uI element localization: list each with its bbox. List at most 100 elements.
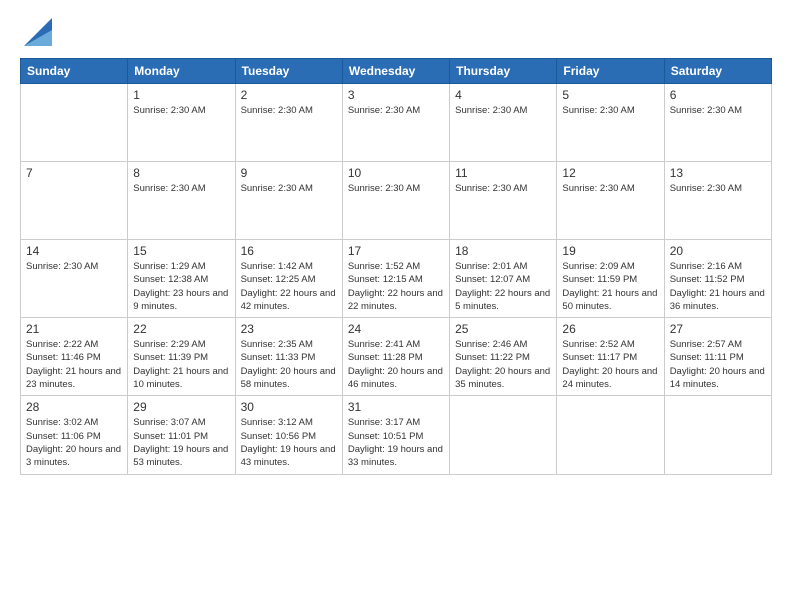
day-number: 8 [133,166,229,180]
calendar-cell [450,396,557,474]
logo-icon [24,18,52,46]
col-header-saturday: Saturday [664,59,771,84]
calendar-cell: 10 Sunrise: 2:30 AM [342,162,449,240]
day-info: Sunrise: 2:30 AM [133,104,229,117]
calendar-cell: 15Sunrise: 1:29 AMSunset: 12:38 AMDaylig… [128,240,235,318]
day-info: Sunrise: 2:30 AM [133,182,229,195]
col-header-tuesday: Tuesday [235,59,342,84]
day-info: Sunrise: 2:30 AM [670,182,766,195]
day-info: Sunrise: 2:57 AMSunset: 11:11 PMDaylight… [670,338,766,391]
day-number: 21 [26,322,122,336]
day-info: Sunrise: 1:52 AMSunset: 12:15 AMDaylight… [348,260,444,313]
calendar-table: SundayMondayTuesdayWednesdayThursdayFrid… [20,58,772,475]
header [20,18,772,46]
day-number: 15 [133,244,229,258]
day-number: 1 [133,88,229,102]
calendar-cell: 25Sunrise: 2:46 AMSunset: 11:22 PMDaylig… [450,318,557,396]
day-info: Sunrise: 2:30 AM [455,104,551,117]
calendar-cell: 19 Sunrise: 2:09 AMSunset: 11:59 PMDaylig… [557,240,664,318]
calendar-cell: 8 Sunrise: 2:30 AM [128,162,235,240]
calendar-cell: 28 Sunrise: 3:02 AMSunset: 11:06 PMDaylig… [21,396,128,474]
day-info: Sunrise: 2:29 AMSunset: 11:39 PMDaylight… [133,338,229,391]
day-info: Sunrise: 2:52 AMSunset: 11:17 PMDaylight… [562,338,658,391]
day-number: 19 [562,244,658,258]
day-info: Sunrise: 2:41 AMSunset: 11:28 PMDaylight… [348,338,444,391]
day-info: Sunrise: 2:16 AMSunset: 11:52 PMDaylight… [670,260,766,313]
col-header-friday: Friday [557,59,664,84]
day-number: 20 [670,244,766,258]
calendar-cell: 22 Sunrise: 2:29 AMSunset: 11:39 PMDaylig… [128,318,235,396]
week-row-5: 28 Sunrise: 3:02 AMSunset: 11:06 PMDaylig… [21,396,772,474]
day-number: 17 [348,244,444,258]
day-number: 13 [670,166,766,180]
day-info: Sunrise: 2:30 AM [562,104,658,117]
calendar-cell: 7 [21,162,128,240]
calendar-cell: 20 Sunrise: 2:16 AMSunset: 11:52 PMDaylig… [664,240,771,318]
day-number: 18 [455,244,551,258]
day-info: Sunrise: 2:30 AM [670,104,766,117]
day-number: 6 [670,88,766,102]
day-info: Sunrise: 3:17 AMSunset: 10:51 PMDaylight… [348,416,444,469]
calendar-cell: 27 Sunrise: 2:57 AMSunset: 11:11 PMDaylig… [664,318,771,396]
day-number: 22 [133,322,229,336]
day-number: 3 [348,88,444,102]
day-number: 4 [455,88,551,102]
day-number: 29 [133,400,229,414]
day-info: Sunrise: 2:30 AM [562,182,658,195]
calendar-cell: 2Sunrise: 2:30 AM [235,84,342,162]
day-info: Sunrise: 2:09 AMSunset: 11:59 PMDaylight… [562,260,658,313]
calendar-cell: 4 Sunrise: 2:30 AM [450,84,557,162]
calendar-cell: 5 Sunrise: 2:30 AM [557,84,664,162]
day-number: 9 [241,166,337,180]
calendar-cell: 3 Sunrise: 2:30 AM [342,84,449,162]
page: SundayMondayTuesdayWednesdayThursdayFrid… [0,0,792,612]
day-number: 10 [348,166,444,180]
day-number: 23 [241,322,337,336]
week-row-4: 21Sunrise: 2:22 AMSunset: 11:46 PMDaylig… [21,318,772,396]
calendar-cell: 21Sunrise: 2:22 AMSunset: 11:46 PMDaylig… [21,318,128,396]
day-number: 5 [562,88,658,102]
calendar-cell: 26 Sunrise: 2:52 AMSunset: 11:17 PMDaylig… [557,318,664,396]
day-info: Sunrise: 3:12 AMSunset: 10:56 PMDaylight… [241,416,337,469]
calendar-cell [21,84,128,162]
day-number: 27 [670,322,766,336]
day-info: Sunrise: 2:30 AM [348,104,444,117]
day-number: 12 [562,166,658,180]
calendar-cell: 12 Sunrise: 2:30 AM [557,162,664,240]
week-row-1: 1Sunrise: 2:30 AM2Sunrise: 2:30 AM3Sunri… [21,84,772,162]
calendar-cell: 30 Sunrise: 3:12 AMSunset: 10:56 PMDaylig… [235,396,342,474]
day-number: 11 [455,166,551,180]
calendar-cell: 23 Sunrise: 2:35 AMSunset: 11:33 PMDaylig… [235,318,342,396]
day-number: 16 [241,244,337,258]
col-header-monday: Monday [128,59,235,84]
day-info: Sunrise: 2:30 AM [348,182,444,195]
col-header-thursday: Thursday [450,59,557,84]
col-header-sunday: Sunday [21,59,128,84]
day-number: 26 [562,322,658,336]
day-number: 7 [26,166,122,180]
day-number: 31 [348,400,444,414]
calendar-cell: 17 Sunrise: 1:52 AMSunset: 12:15 AMDaylig… [342,240,449,318]
calendar-cell: 11Sunrise: 2:30 AM [450,162,557,240]
col-header-wednesday: Wednesday [342,59,449,84]
day-number: 25 [455,322,551,336]
day-info: Sunrise: 3:02 AMSunset: 11:06 PMDaylight… [26,416,122,469]
day-info: Sunrise: 2:35 AMSunset: 11:33 PMDaylight… [241,338,337,391]
day-number: 28 [26,400,122,414]
calendar-cell [664,396,771,474]
logo [20,18,52,46]
calendar-cell: 29Sunrise: 3:07 AMSunset: 11:01 PMDaylig… [128,396,235,474]
week-row-3: 14Sunrise: 2:30 AM15Sunrise: 1:29 AMSuns… [21,240,772,318]
day-info: Sunrise: 2:30 AM [241,182,337,195]
calendar-cell: 16 Sunrise: 1:42 AMSunset: 12:25 AMDaylig… [235,240,342,318]
calendar-header-row: SundayMondayTuesdayWednesdayThursdayFrid… [21,59,772,84]
day-number: 30 [241,400,337,414]
calendar-cell: 18Sunrise: 2:01 AMSunset: 12:07 AMDaylig… [450,240,557,318]
calendar-cell: 6 Sunrise: 2:30 AM [664,84,771,162]
calendar-cell: 14Sunrise: 2:30 AM [21,240,128,318]
calendar-cell: 1 Sunrise: 2:30 AM [128,84,235,162]
day-info: Sunrise: 1:42 AMSunset: 12:25 AMDaylight… [241,260,337,313]
calendar-cell: 13 Sunrise: 2:30 AM [664,162,771,240]
week-row-2: 78 Sunrise: 2:30 AM 9 Sunrise: 2:30 AM 10 Sun… [21,162,772,240]
day-info: Sunrise: 2:30 AM [241,104,337,117]
